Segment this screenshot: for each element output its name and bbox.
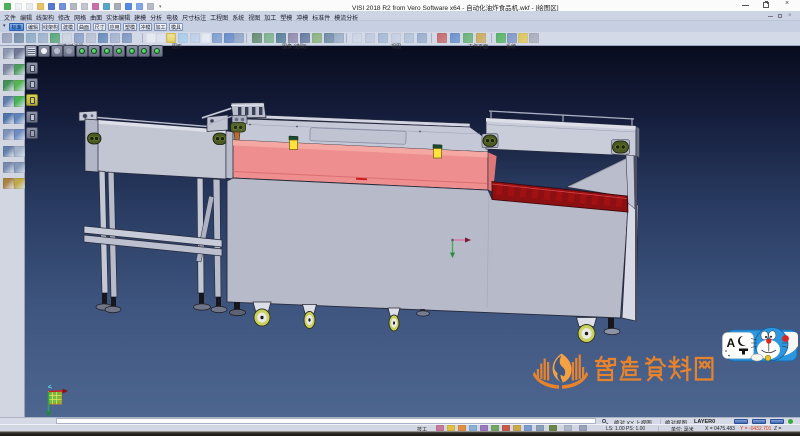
svg-text:A: A (727, 336, 736, 350)
